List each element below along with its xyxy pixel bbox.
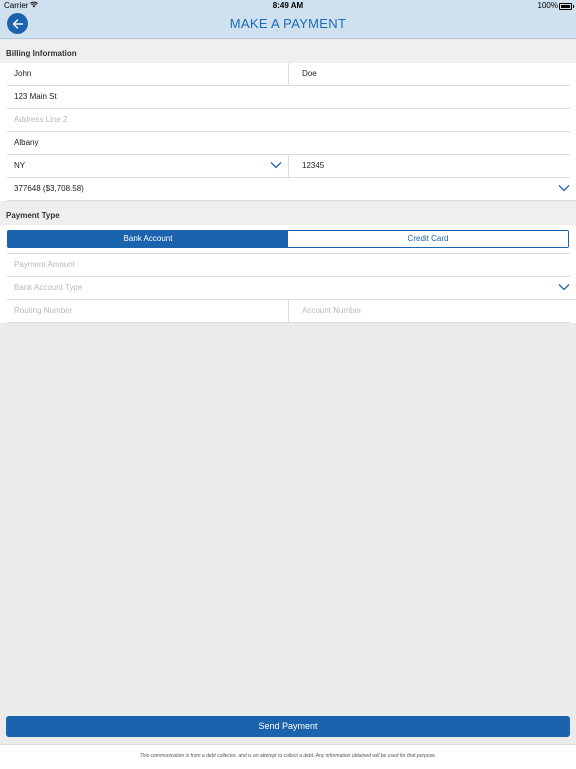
account-type-row: Bank Account Type xyxy=(7,277,576,300)
zip-value: 12345 xyxy=(302,161,325,170)
chevron-down-icon xyxy=(558,185,570,192)
address2-row: Address Line 2 xyxy=(7,109,570,132)
billing-form: John Doe 123 Main St Address Line 2 Alba… xyxy=(0,63,576,201)
account-select[interactable]: 377648 ($3,708.58) xyxy=(7,178,576,200)
clock: 8:49 AM xyxy=(272,1,304,10)
payment-amount-placeholder: Payment Amount xyxy=(14,260,75,269)
footer: This communication is from a debt collec… xyxy=(0,744,576,769)
payment-form: Bank Account Credit Card Payment Amount … xyxy=(0,225,576,323)
city-value: Albany xyxy=(14,138,39,147)
battery-icon xyxy=(559,3,574,10)
disclaimer-text: This communication is from a debt collec… xyxy=(139,753,437,759)
payment-amount-field[interactable]: Payment Amount xyxy=(7,254,570,276)
account-value: 377648 ($3,708.58) xyxy=(14,184,84,193)
routing-account-row: Routing Number Account Number xyxy=(7,300,570,323)
chevron-down-icon xyxy=(270,162,282,169)
payment-type-segmented-control: Bank Account Credit Card xyxy=(7,230,569,248)
name-row: John Doe xyxy=(7,63,570,86)
account-number-field[interactable]: Account Number xyxy=(288,300,570,322)
first-name-field[interactable]: John xyxy=(7,63,289,85)
address1-row: 123 Main St xyxy=(7,86,570,109)
billing-section-header: Billing Information xyxy=(0,41,576,63)
bank-account-type-placeholder: Bank Account Type xyxy=(14,283,83,292)
page-title: MAKE A PAYMENT xyxy=(229,16,347,31)
city-row: Albany xyxy=(7,132,570,155)
zip-field[interactable]: 12345 xyxy=(288,155,570,177)
status-bar: Carrier 8:49 AM 100% xyxy=(0,0,576,12)
routing-number-placeholder: Routing Number xyxy=(14,306,73,315)
address-line2-field[interactable]: Address Line 2 xyxy=(7,109,570,131)
last-name-value: Doe xyxy=(302,69,317,78)
address-line2-placeholder: Address Line 2 xyxy=(14,115,68,124)
send-payment-button[interactable]: Send Payment xyxy=(6,716,570,737)
chevron-down-icon xyxy=(558,284,570,291)
state-zip-row: NY 12345 xyxy=(7,155,570,178)
tab-bank-account[interactable]: Bank Account xyxy=(8,231,288,247)
tab-credit-card[interactable]: Credit Card xyxy=(288,231,568,247)
account-number-placeholder: Account Number xyxy=(302,306,362,315)
last-name-field[interactable]: Doe xyxy=(288,63,570,85)
address-line1-field[interactable]: 123 Main St xyxy=(7,86,570,108)
routing-number-field[interactable]: Routing Number xyxy=(7,300,289,322)
payment-section-header: Payment Type xyxy=(0,203,576,225)
account-row: 377648 ($3,708.58) xyxy=(7,178,576,201)
state-value: NY xyxy=(14,161,26,170)
first-name-value: John xyxy=(14,69,32,78)
billing-header-label: Billing Information xyxy=(6,49,77,58)
state-select[interactable]: NY xyxy=(7,155,289,177)
payment-header-label: Payment Type xyxy=(6,211,60,220)
amount-row: Payment Amount xyxy=(7,253,570,277)
bank-account-type-select[interactable]: Bank Account Type xyxy=(7,277,576,299)
city-field[interactable]: Albany xyxy=(7,132,570,154)
nav-bar: MAKE A PAYMENT xyxy=(0,12,576,39)
address-line1-value: 123 Main St xyxy=(14,92,57,101)
battery-percent: 100% xyxy=(537,1,558,10)
